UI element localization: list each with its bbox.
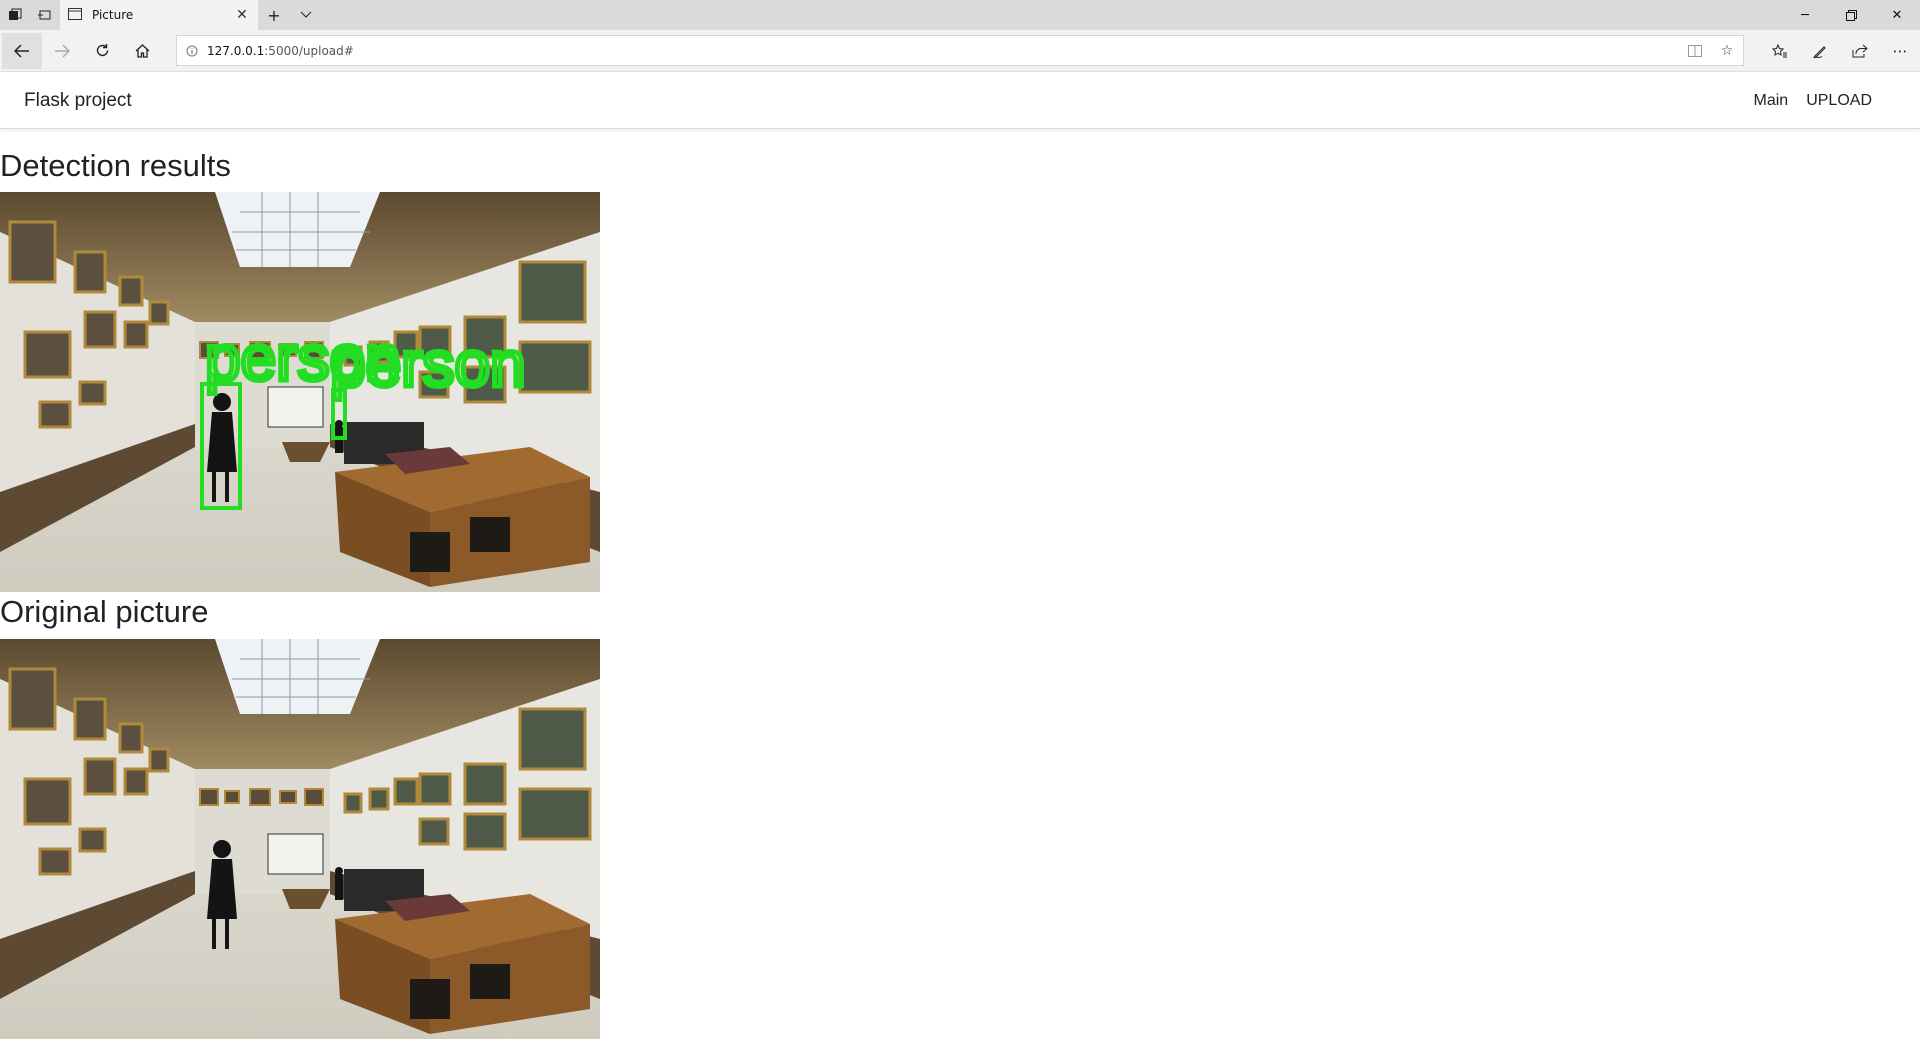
page-icon [68, 7, 82, 23]
minimize-icon[interactable]: ─ [1782, 0, 1828, 30]
tab-bar: Picture ✕ + ─ ✕ [0, 0, 1920, 30]
tab-manager-icon[interactable] [0, 0, 30, 30]
new-tab-icon[interactable]: + [258, 0, 290, 30]
nav-upload-link[interactable]: UPLOAD [1806, 92, 1872, 110]
home-icon[interactable] [122, 33, 162, 69]
url-path: :5000/upload# [264, 43, 354, 58]
close-window-icon[interactable]: ✕ [1874, 0, 1920, 30]
info-icon[interactable] [177, 45, 207, 57]
brand-link[interactable]: Flask project [24, 90, 132, 112]
site-navbar: Flask project Main UPLOAD [0, 73, 1920, 129]
reading-view-icon[interactable] [1679, 36, 1711, 65]
detection-results-title: Detection results [0, 148, 231, 183]
favorites-hub-icon[interactable] [1760, 30, 1800, 72]
nav-menu: Main UPLOAD [1754, 92, 1872, 110]
restore-icon[interactable] [1828, 0, 1874, 30]
address-bar[interactable]: 127.0.0.1:5000/upload# ☆ [176, 35, 1744, 66]
browser-toolbar: 127.0.0.1:5000/upload# ☆ ⋯ [0, 30, 1920, 72]
set-tabs-aside-icon[interactable] [30, 0, 60, 30]
original-image [0, 639, 600, 1039]
url-host: 127.0.0.1 [207, 43, 265, 58]
tab-picture[interactable]: Picture ✕ [60, 0, 258, 30]
detection-label-2: person [330, 328, 526, 400]
pen-icon[interactable] [1800, 30, 1840, 72]
forward-arrow-icon[interactable] [42, 33, 82, 69]
close-tab-icon[interactable]: ✕ [234, 7, 250, 23]
refresh-icon[interactable] [82, 33, 122, 69]
more-icon[interactable]: ⋯ [1880, 30, 1920, 72]
nav-main-link[interactable]: Main [1754, 92, 1789, 110]
favorite-star-icon[interactable]: ☆ [1711, 36, 1743, 65]
back-arrow-icon[interactable] [2, 32, 42, 69]
share-icon[interactable] [1840, 30, 1880, 72]
chevron-down-icon[interactable] [290, 0, 322, 30]
tab-title: Picture [92, 8, 134, 22]
detection-result-image: person person [0, 192, 600, 592]
address-url[interactable]: 127.0.0.1:5000/upload# [207, 44, 354, 58]
original-picture-title: Original picture [0, 594, 209, 629]
